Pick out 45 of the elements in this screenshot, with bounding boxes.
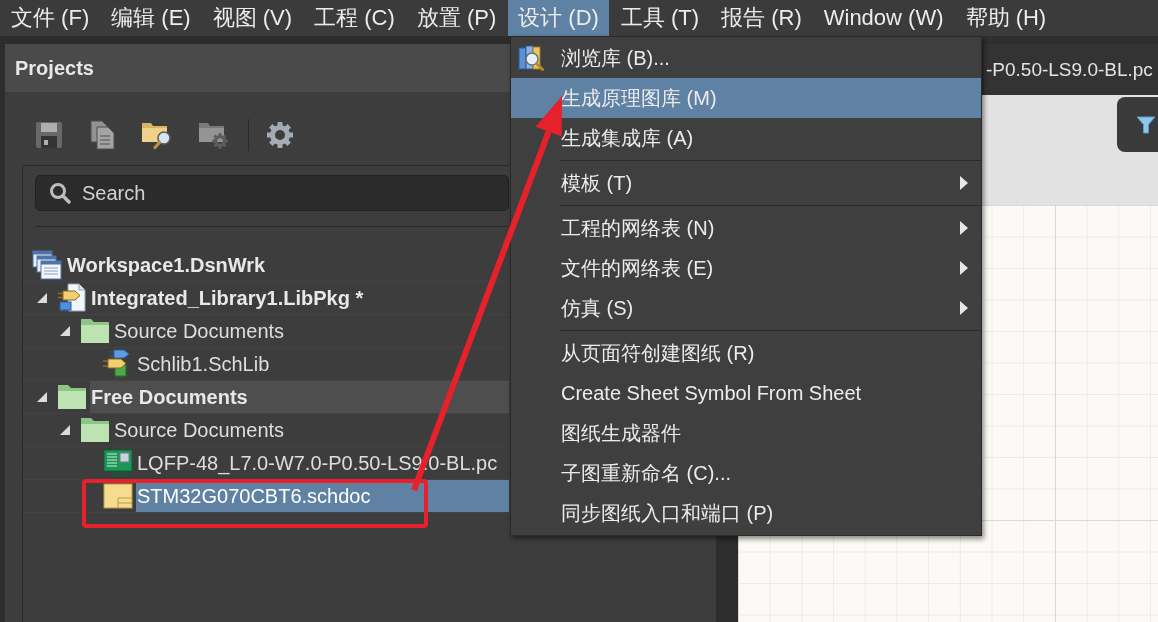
- search-icon: [49, 182, 71, 204]
- search-field[interactable]: Search: [35, 175, 509, 211]
- expanded-triangle-icon[interactable]: [37, 293, 47, 303]
- filter-icon: [1136, 114, 1156, 135]
- filter-button[interactable]: [1117, 97, 1158, 152]
- document-tab[interactable]: -P0.50-LS9.0-BL.pc: [984, 44, 1158, 95]
- menu-bar-item[interactable]: 报告 (R): [711, 0, 812, 36]
- folder-icon: [80, 416, 110, 444]
- menu-item[interactable]: 同步图纸入口和端口 (P): [511, 493, 981, 533]
- circuit-board-icon: [103, 448, 133, 478]
- gear-icon[interactable]: [265, 120, 295, 150]
- expanded-triangle-icon[interactable]: [60, 326, 70, 336]
- menu-item[interactable]: 模板 (T): [511, 163, 981, 203]
- menu-item[interactable]: 子图重新命名 (C)...: [511, 453, 981, 493]
- menu-bar-item[interactable]: 帮助 (H): [955, 0, 1057, 36]
- menu-bar-item[interactable]: 工具 (T): [610, 0, 710, 36]
- menu-bar-item[interactable]: Window (W): [813, 0, 954, 36]
- panel-title: Projects: [15, 56, 94, 80]
- menu-item[interactable]: 文件的网络表 (E): [511, 248, 981, 288]
- menu-bar-item[interactable]: 编辑 (E): [101, 0, 201, 36]
- folder-magnifier-icon[interactable]: [141, 120, 173, 150]
- gate-document-icon: [57, 283, 87, 313]
- stacked-windows-icon: [32, 250, 62, 280]
- menu-item[interactable]: 从页面符创建图纸 (R): [511, 333, 981, 373]
- tree-item-label[interactable]: Schlib1.SchLib: [136, 348, 272, 380]
- menu-bar-item[interactable]: 视图 (V): [202, 0, 303, 36]
- menu-bar-item[interactable]: 工程 (C): [304, 0, 405, 36]
- menu-item[interactable]: 仿真 (S): [511, 288, 981, 328]
- expanded-triangle-icon[interactable]: [60, 425, 70, 435]
- menu-item[interactable]: 工程的网络表 (N): [511, 208, 981, 248]
- tree-item-label[interactable]: Integrated_Library1.LibPkg *: [90, 282, 366, 314]
- sheet-icon: [103, 482, 133, 510]
- folder-icon: [57, 383, 87, 411]
- menu-item[interactable]: 浏览库 (B)...: [511, 38, 981, 78]
- tree-item-label[interactable]: Source Documents: [113, 315, 287, 347]
- menu-bar-item[interactable]: 放置 (P): [406, 0, 507, 36]
- tree-item-label[interactable]: Source Documents: [113, 414, 287, 446]
- menu-item[interactable]: 生成集成库 (A): [511, 118, 981, 158]
- folder-icon: [80, 317, 110, 345]
- menu-item[interactable]: Create Sheet Symbol From Sheet: [511, 373, 981, 413]
- menu-item[interactable]: 图纸生成器件: [511, 413, 981, 453]
- expanded-triangle-icon[interactable]: [37, 392, 47, 402]
- tree-item-label[interactable]: Workspace1.DsnWrk: [66, 249, 268, 281]
- menu-bar-item[interactable]: 文件 (F): [1, 0, 100, 36]
- tree-item-label[interactable]: Free Documents: [90, 381, 509, 413]
